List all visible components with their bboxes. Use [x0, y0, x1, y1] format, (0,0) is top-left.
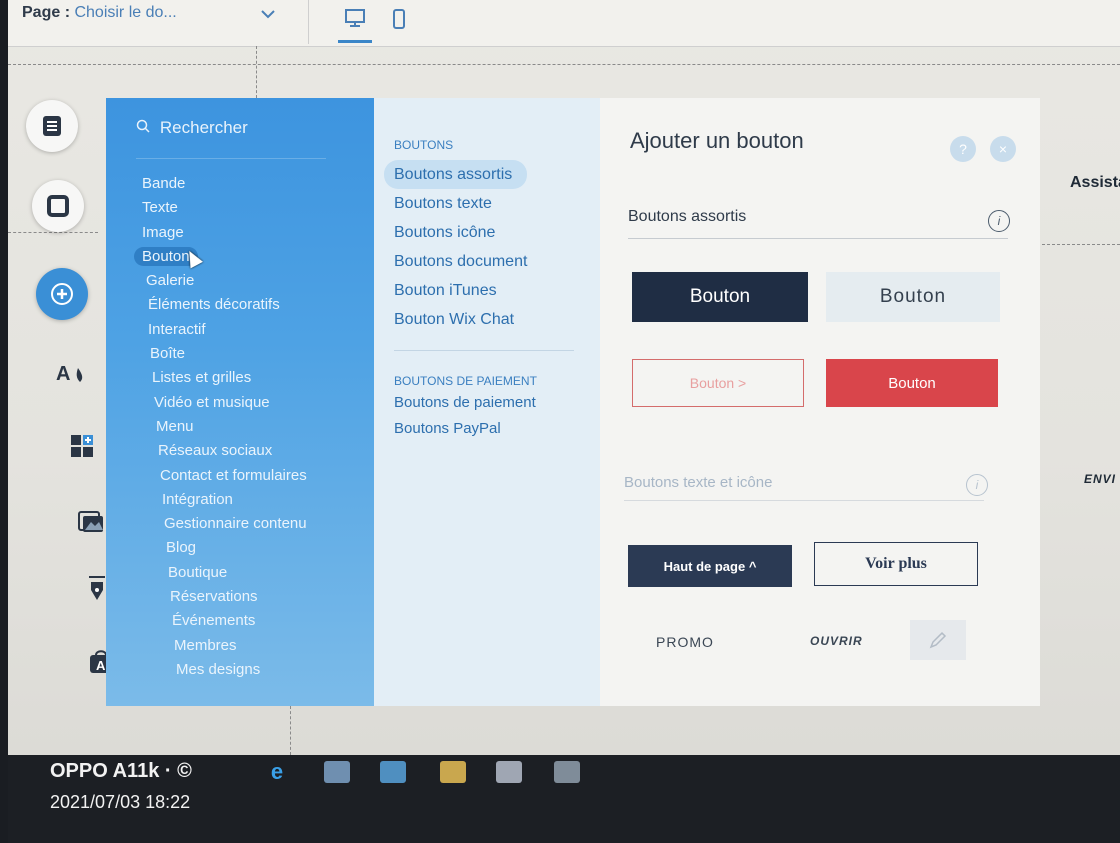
- category-item[interactable]: Membres: [142, 634, 307, 658]
- button-preset-outline-red[interactable]: Bouton >: [632, 359, 804, 407]
- category-item[interactable]: Image: [142, 221, 307, 245]
- divider: [624, 500, 984, 501]
- category-item[interactable]: Vidéo et musique: [142, 391, 307, 415]
- subcategory-item[interactable]: Boutons texte: [394, 189, 527, 218]
- edge-browser-icon[interactable]: e: [264, 759, 290, 784]
- page-label: Page :: [22, 4, 71, 21]
- category-item-selected[interactable]: Bouton: [134, 245, 307, 269]
- add-button-panel: Ajouter un bouton ? × Boutons assortis i…: [600, 98, 1040, 706]
- page-value: Choisir le do...: [74, 4, 177, 21]
- category-item[interactable]: Gestionnaire contenu: [142, 512, 307, 536]
- category-item[interactable]: Contact et formulaires: [142, 464, 307, 488]
- category-item[interactable]: Réseaux sociaux: [142, 439, 307, 463]
- category-item[interactable]: Événements: [142, 609, 307, 633]
- category-item[interactable]: Listes et grilles: [142, 366, 307, 390]
- app-icon[interactable]: [324, 761, 350, 783]
- button-preset-back-to-top[interactable]: Haut de page ^: [628, 545, 792, 587]
- category-item[interactable]: Boîte: [142, 342, 307, 366]
- category-item[interactable]: Menu: [142, 415, 307, 439]
- subcategory-list: Boutons assortis Boutons texte Boutons i…: [384, 160, 528, 334]
- info-icon[interactable]: i: [966, 474, 988, 496]
- category-item[interactable]: Texte: [142, 196, 307, 220]
- site-heading: Assista: [1070, 174, 1120, 191]
- top-bar: Page : Choisir le do...: [8, 0, 1120, 47]
- subcategory-item[interactable]: Bouton Wix Chat: [394, 305, 527, 334]
- button-preset-dark[interactable]: Bouton: [632, 272, 808, 322]
- theme-icon[interactable]: A: [56, 358, 86, 388]
- category-item[interactable]: Éléments décoratifs: [142, 293, 307, 317]
- guide-line: [1042, 244, 1120, 245]
- svg-text:A: A: [96, 658, 106, 673]
- app-icon[interactable]: [554, 761, 580, 783]
- divider: [308, 0, 309, 44]
- help-icon[interactable]: ?: [950, 136, 976, 162]
- background-icon[interactable]: [32, 180, 84, 232]
- chevron-down-icon[interactable]: [260, 6, 276, 22]
- subcategory-item[interactable]: Boutons icône: [394, 218, 527, 247]
- category-item[interactable]: Intégration: [142, 488, 307, 512]
- media-icon[interactable]: [76, 506, 106, 536]
- category-item[interactable]: Réservations: [142, 585, 307, 609]
- category-panel: Rechercher Bande Texte Image Bouton Gale…: [106, 98, 374, 706]
- divider: [394, 350, 574, 351]
- subcategory-panel: BOUTONS Boutons assortis Boutons texte B…: [374, 98, 600, 706]
- subcategory-item[interactable]: Boutons de paiement: [394, 390, 536, 416]
- section-title: Boutons texte et icône: [624, 474, 773, 491]
- category-item[interactable]: Bande: [142, 172, 307, 196]
- category-item[interactable]: Blog: [142, 536, 307, 560]
- subcategory-list: Boutons de paiement Boutons PayPal: [394, 390, 536, 442]
- panel-title: Ajouter un bouton: [630, 128, 804, 153]
- button-preset-see-more[interactable]: Voir plus: [814, 542, 978, 586]
- camera-timestamp: 2021/07/03 18:22: [50, 792, 191, 812]
- camera-watermark: OPPO A11k · ©: [50, 760, 192, 782]
- category-item[interactable]: Galerie: [142, 269, 307, 293]
- divider: [628, 238, 1008, 239]
- guide-line: [8, 232, 98, 233]
- category-item[interactable]: Interactif: [142, 318, 307, 342]
- category-item[interactable]: Boutique: [142, 561, 307, 585]
- subcategory-item[interactable]: Boutons PayPal: [394, 416, 536, 442]
- guide-line: [290, 706, 291, 755]
- button-preset-red[interactable]: Bouton: [826, 359, 998, 407]
- category-list: Bande Texte Image Bouton Galerie Élément…: [134, 172, 307, 682]
- search-placeholder: Rechercher: [159, 118, 248, 137]
- guide-line: [8, 64, 1120, 65]
- store-icon[interactable]: [440, 761, 466, 783]
- mobile-icon[interactable]: [392, 8, 406, 35]
- subcategory-heading: BOUTONS: [394, 138, 454, 152]
- search-input[interactable]: Rechercher: [136, 118, 248, 138]
- button-preset-open[interactable]: OUVRIR: [810, 634, 863, 648]
- site-text: ENVI: [1084, 472, 1117, 486]
- info-icon[interactable]: i: [988, 210, 1010, 232]
- pencil-icon[interactable]: [910, 620, 966, 660]
- subcategory-item-selected[interactable]: Boutons assortis: [384, 160, 528, 189]
- subcategory-heading: BOUTONS DE PAIEMENT: [394, 374, 537, 388]
- pages-icon[interactable]: [26, 100, 78, 152]
- page-selector[interactable]: Page : Choisir le do...: [22, 4, 177, 22]
- app-icon[interactable]: [496, 761, 522, 783]
- guide-line: [256, 46, 257, 98]
- divider: [136, 158, 326, 159]
- subcategory-item[interactable]: Boutons document: [394, 247, 527, 276]
- mail-icon[interactable]: [380, 761, 406, 783]
- add-icon[interactable]: [36, 268, 88, 320]
- button-preset-promo[interactable]: PROMO: [656, 634, 714, 650]
- section-title: Boutons assortis: [628, 208, 747, 225]
- close-icon[interactable]: ×: [990, 136, 1016, 162]
- apps-icon[interactable]: [68, 432, 98, 462]
- search-icon: [136, 119, 154, 136]
- editor-screen: Page : Choisir le do... A A Rechercher B…: [8, 0, 1120, 755]
- subcategory-item[interactable]: Bouton iTunes: [394, 276, 527, 305]
- svg-text:A: A: [56, 363, 70, 385]
- button-preset-light[interactable]: Bouton: [826, 272, 1000, 322]
- desktop-icon[interactable]: [338, 8, 372, 43]
- category-item[interactable]: Mes designs: [142, 658, 307, 682]
